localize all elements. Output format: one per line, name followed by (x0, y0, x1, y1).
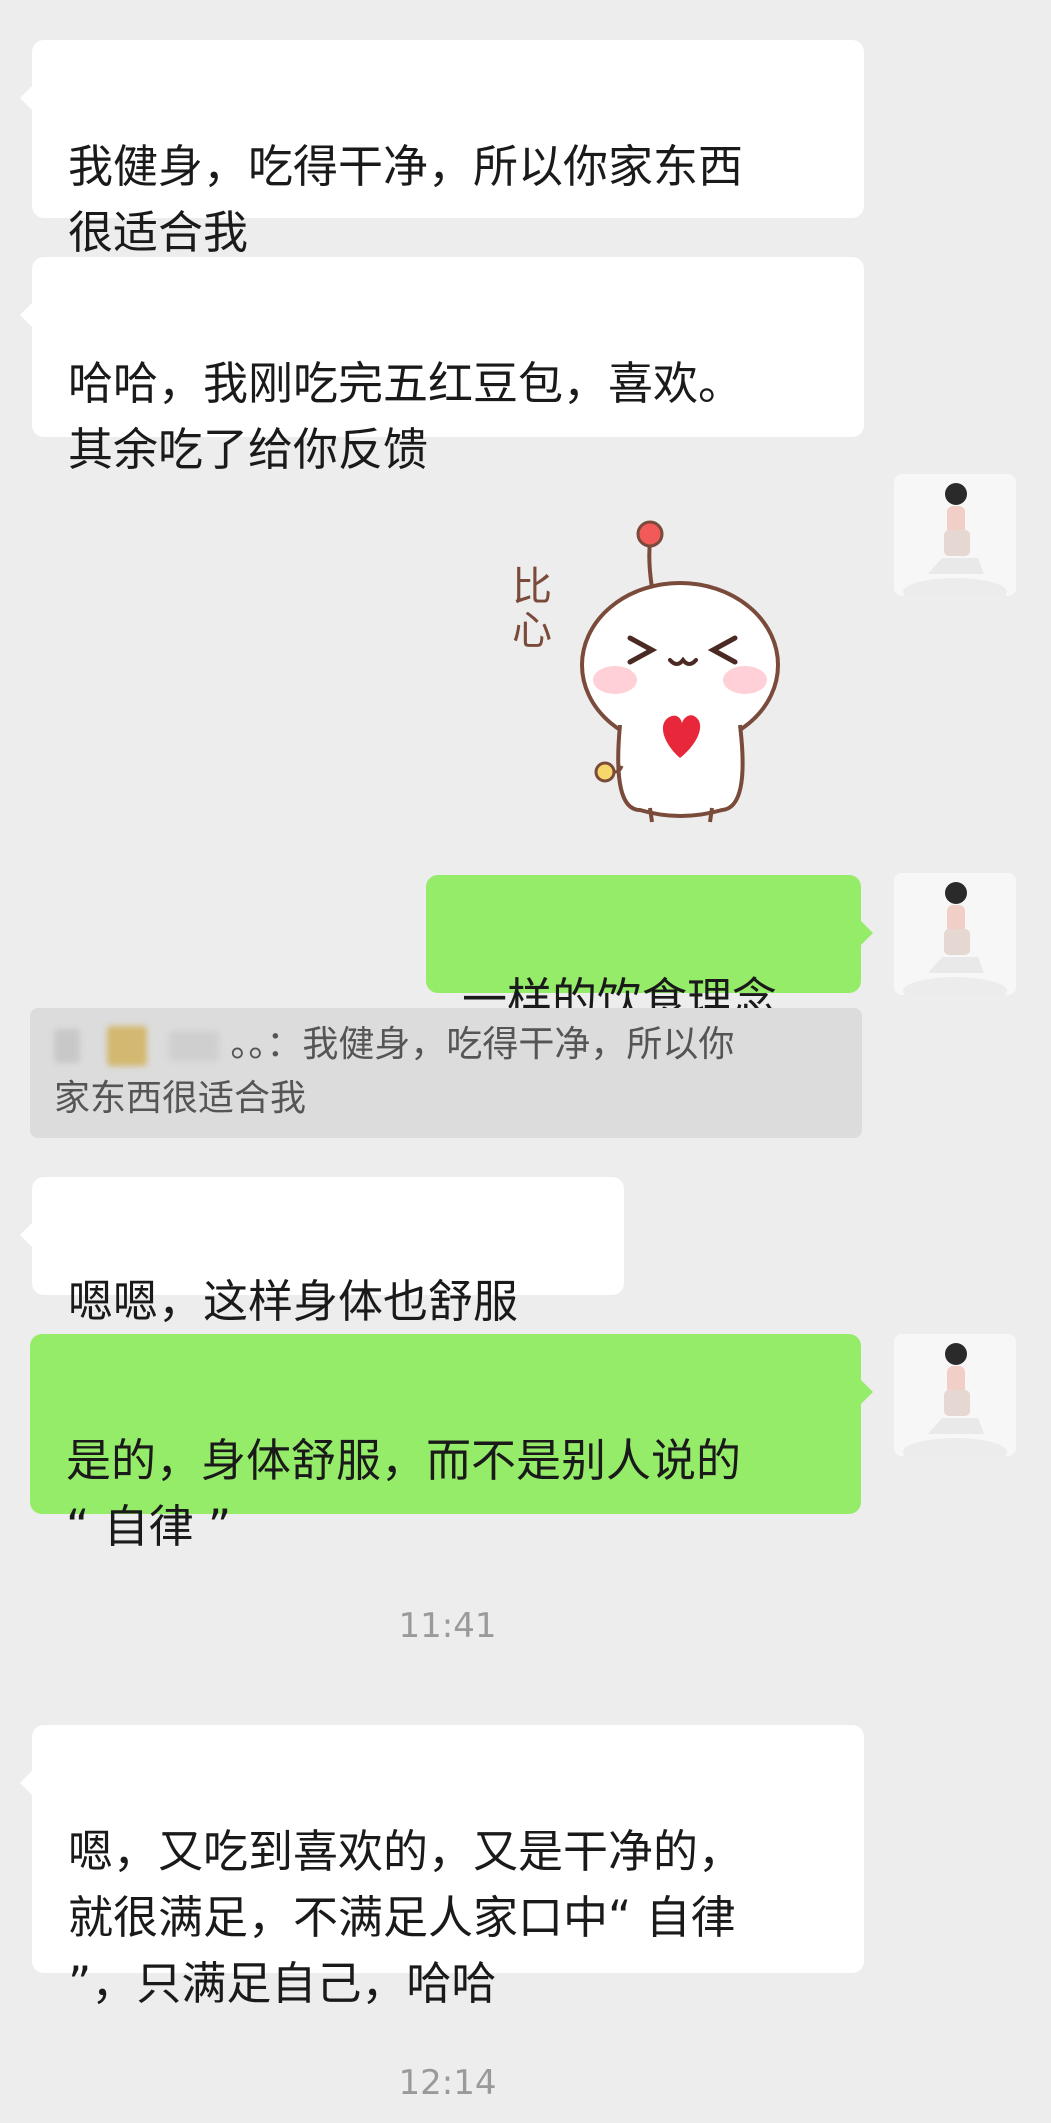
avatar-photo-icon (894, 873, 1016, 995)
incoming-message-bubble[interactable]: 我健身，吃得干净，所以你家东西 很适合我 (20, 40, 864, 259)
sticker-caption: 比心 (512, 564, 552, 654)
message-text: 是的，身体舒服，而不是别人说的 “ 自律 ” (66, 1434, 742, 1553)
outgoing-message-bubble[interactable]: 一样的饮食理念 (426, 875, 873, 1026)
incoming-message-bubble[interactable]: 嗯嗯，这样身体也舒服 (20, 1177, 624, 1328)
quote-text: 。。：我健身，吃得干净，所以你 家东西很适合我 (54, 1024, 735, 1119)
timestamp: 11:41 (398, 1606, 497, 1646)
avatar[interactable] (894, 1334, 1016, 1456)
avatar-photo-icon (894, 474, 1016, 596)
quoted-message[interactable]: 。。：我健身，吃得干净，所以你 家东西很适合我 (30, 1008, 862, 1138)
timestamp: 12:14 (398, 2063, 497, 2103)
message-text: 嗯，又吃到喜欢的，又是干净的， 就很满足，不满足人家口中“ 自律 ”，只满足自己… (68, 1825, 744, 2010)
avatar[interactable] (894, 873, 1016, 995)
heart-sticker-icon: 比心 (512, 520, 780, 823)
message-text: 嗯嗯，这样身体也舒服 (68, 1275, 519, 1328)
outgoing-message-bubble[interactable]: 是的，身体舒服，而不是别人说的 “ 自律 ” (30, 1334, 873, 1553)
blurred-name (168, 1031, 219, 1061)
incoming-message-bubble[interactable]: 嗯，又吃到喜欢的，又是干净的， 就很满足，不满足人家口中“ 自律 ”，只满足自己… (20, 1725, 864, 2010)
avatar[interactable] (894, 474, 1016, 596)
message-text: 我健身，吃得干净，所以你家东西 很适合我 (68, 140, 744, 259)
blurred-name (54, 1029, 80, 1063)
incoming-message-bubble[interactable]: 哈哈，我刚吃完五红豆包，喜欢。 其余吃了给你反馈 (20, 257, 864, 476)
sticker-image[interactable]: 比心 (490, 510, 790, 830)
avatar-photo-icon (894, 1334, 1016, 1456)
blurred-name (107, 1026, 148, 1066)
message-text: 哈哈，我刚吃完五红豆包，喜欢。 其余吃了给你反馈 (68, 357, 744, 476)
